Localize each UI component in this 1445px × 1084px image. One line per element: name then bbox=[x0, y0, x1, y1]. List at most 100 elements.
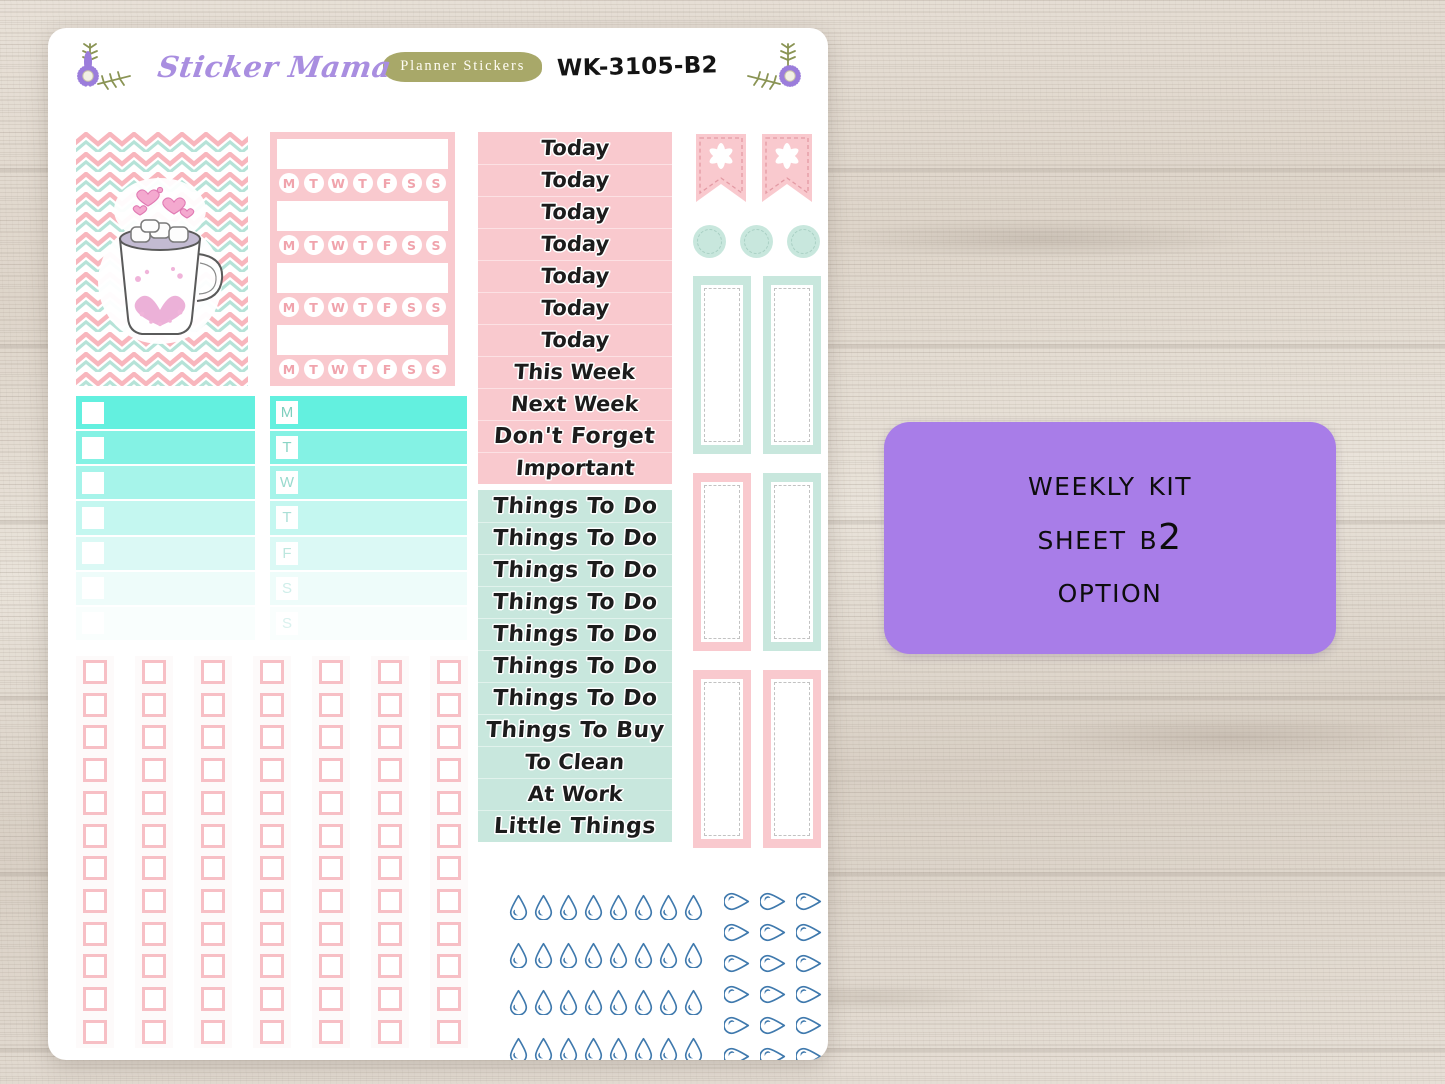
checkbox-square[interactable] bbox=[142, 692, 166, 717]
pink-label-row[interactable]: Today bbox=[478, 196, 672, 228]
vertical-box-sticker-4[interactable] bbox=[693, 670, 751, 848]
checkbox-square[interactable] bbox=[260, 856, 284, 881]
vertical-box-write-area[interactable] bbox=[701, 482, 743, 642]
checkbox-square[interactable] bbox=[82, 577, 104, 600]
checkbox-square[interactable] bbox=[319, 758, 343, 783]
habit-write-in-field[interactable] bbox=[277, 263, 448, 293]
checkbox-square[interactable] bbox=[201, 823, 225, 848]
pink-label-row[interactable]: Important bbox=[478, 452, 672, 484]
vertical-box-sticker-5[interactable] bbox=[763, 670, 821, 848]
water-droplet-icon[interactable] bbox=[558, 894, 579, 925]
checkbox-square[interactable] bbox=[319, 790, 343, 815]
checkbox-square[interactable] bbox=[142, 921, 166, 946]
checkbox-column[interactable] bbox=[371, 656, 409, 1048]
checkbox-square[interactable] bbox=[378, 823, 402, 848]
checkbox-square[interactable] bbox=[437, 987, 461, 1012]
water-droplet-icon-rotated[interactable] bbox=[791, 1046, 822, 1060]
habit-write-in-field[interactable] bbox=[277, 201, 448, 231]
checkbox-column[interactable] bbox=[76, 656, 114, 1048]
mint-label-stickers[interactable]: Things To Do Things To Do Things To Do Thin… bbox=[478, 490, 672, 842]
checkbox-square[interactable] bbox=[260, 758, 284, 783]
mint-label-row[interactable]: Things To Do bbox=[478, 586, 672, 618]
checkbox-square[interactable] bbox=[83, 1019, 107, 1044]
habit-write-in-field[interactable] bbox=[277, 325, 448, 355]
checkbox-square[interactable] bbox=[83, 856, 107, 881]
water-droplet-block-rotated[interactable] bbox=[716, 886, 824, 1060]
water-droplet-icon-rotated[interactable] bbox=[791, 984, 822, 1005]
checkbox-square[interactable] bbox=[319, 954, 343, 979]
checkbox-square[interactable] bbox=[83, 889, 107, 914]
mint-label-row[interactable]: Things To Do bbox=[478, 490, 672, 522]
mint-day-row[interactable]: S bbox=[270, 571, 467, 605]
checkbox-column[interactable] bbox=[194, 656, 232, 1048]
checkbox-square[interactable] bbox=[142, 823, 166, 848]
day-circle-5[interactable]: S bbox=[401, 359, 422, 379]
water-droplet-icon[interactable] bbox=[633, 894, 654, 925]
water-droplet-icon[interactable] bbox=[683, 894, 704, 925]
day-circle-1[interactable]: T bbox=[303, 359, 324, 379]
day-circle-0[interactable]: M bbox=[279, 173, 299, 193]
water-droplet-icon-rotated[interactable] bbox=[719, 922, 750, 943]
water-droplet-icon[interactable] bbox=[608, 894, 629, 925]
checkbox-square[interactable] bbox=[437, 660, 461, 684]
pink-label-stickers[interactable]: Today Today Today Today Today Today Today This … bbox=[478, 132, 672, 484]
checkbox-square[interactable] bbox=[201, 692, 225, 717]
water-droplet-icon[interactable] bbox=[533, 1037, 554, 1060]
mint-label-row[interactable]: Things To Do bbox=[478, 522, 672, 554]
water-droplet-icon[interactable] bbox=[658, 989, 679, 1020]
checkbox-square[interactable] bbox=[437, 921, 461, 946]
checkbox-square[interactable] bbox=[260, 954, 284, 979]
checkbox-square[interactable] bbox=[142, 856, 166, 881]
vertical-box-sticker-1[interactable] bbox=[763, 276, 821, 454]
checkbox-square[interactable] bbox=[378, 660, 402, 684]
water-droplet-icon[interactable] bbox=[683, 1037, 704, 1060]
water-droplet-icon-rotated[interactable] bbox=[755, 1046, 786, 1060]
water-droplet-icon[interactable] bbox=[608, 1037, 629, 1060]
mint-day-row[interactable]: W bbox=[270, 466, 467, 500]
day-circle-6[interactable]: S bbox=[426, 297, 446, 317]
day-circle-0[interactable]: M bbox=[279, 235, 299, 255]
mint-dot-sticker-2[interactable] bbox=[787, 224, 820, 258]
water-droplet-icon[interactable] bbox=[558, 989, 579, 1020]
mint-checklist-row[interactable] bbox=[76, 571, 255, 605]
day-circle-2[interactable]: W bbox=[328, 235, 348, 255]
water-droplet-icon-rotated[interactable] bbox=[755, 891, 786, 912]
mint-day-row[interactable]: F bbox=[270, 536, 467, 570]
pink-label-row[interactable]: Today bbox=[478, 228, 672, 260]
checkbox-square[interactable] bbox=[319, 823, 343, 848]
checkbox-square[interactable] bbox=[319, 856, 343, 881]
mint-label-row[interactable]: Things To Buy bbox=[478, 714, 672, 746]
banner-flag-sticker-0[interactable] bbox=[696, 134, 746, 202]
water-droplet-icon-rotated[interactable] bbox=[755, 953, 786, 974]
water-droplet-block-upright[interactable] bbox=[506, 886, 706, 1060]
mint-checklist-block[interactable] bbox=[76, 396, 255, 640]
water-droplet-icon-rotated[interactable] bbox=[755, 922, 786, 943]
checkbox-square[interactable] bbox=[83, 725, 107, 750]
checkbox-square[interactable] bbox=[378, 1019, 402, 1044]
checkbox-square[interactable] bbox=[201, 790, 225, 815]
checkbox-square[interactable] bbox=[260, 889, 284, 914]
checkbox-square[interactable] bbox=[319, 1019, 343, 1044]
vertical-box-stickers[interactable] bbox=[693, 276, 821, 848]
checkbox-square[interactable] bbox=[83, 921, 107, 946]
checkbox-square[interactable] bbox=[201, 725, 225, 750]
habit-tracker-row[interactable]: MTWTFSS bbox=[277, 263, 448, 317]
mint-label-row[interactable]: Little Things bbox=[478, 810, 672, 842]
vertical-box-write-area[interactable] bbox=[771, 679, 813, 839]
vertical-box-sticker-0[interactable] bbox=[693, 276, 751, 454]
pink-label-row[interactable]: Don't Forget bbox=[478, 420, 672, 452]
mint-label-row[interactable]: Things To Do bbox=[478, 650, 672, 682]
day-circle-3[interactable]: T bbox=[352, 173, 373, 193]
checkbox-square[interactable] bbox=[319, 660, 343, 684]
checkbox-square[interactable] bbox=[378, 889, 402, 914]
water-droplet-icon[interactable] bbox=[533, 894, 554, 925]
water-droplet-icon-rotated[interactable] bbox=[791, 891, 822, 912]
checkbox-square[interactable] bbox=[437, 856, 461, 881]
water-droplet-icon[interactable] bbox=[608, 942, 629, 973]
checkbox-column[interactable] bbox=[312, 656, 350, 1048]
banner-flag-sticker-1[interactable] bbox=[762, 134, 812, 202]
checkbox-square[interactable] bbox=[378, 758, 402, 783]
checkbox-square[interactable] bbox=[260, 921, 284, 946]
pink-label-row[interactable]: Today bbox=[478, 132, 672, 164]
checkbox-grid[interactable] bbox=[76, 656, 468, 1048]
